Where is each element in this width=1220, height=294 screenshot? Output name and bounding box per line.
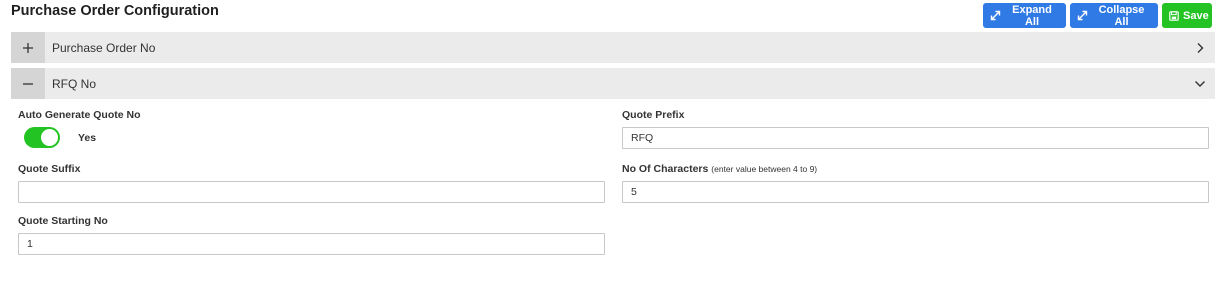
quote-starting-no-input[interactable] bbox=[18, 233, 605, 255]
auto-generate-label: Auto Generate Quote No bbox=[18, 109, 141, 121]
no-of-characters-text: No Of Characters bbox=[622, 163, 709, 175]
no-of-characters-hint: (enter value between 4 to 9) bbox=[711, 164, 818, 174]
chevron-right-icon[interactable] bbox=[1185, 42, 1215, 54]
accordion-label: Purchase Order No bbox=[52, 40, 156, 55]
quote-starting-no-label: Quote Starting No bbox=[18, 215, 108, 227]
chevron-down-icon[interactable] bbox=[1185, 80, 1215, 88]
no-of-characters-input[interactable] bbox=[622, 181, 1209, 203]
accordion-rfq-no[interactable]: RFQ No bbox=[11, 68, 1215, 99]
quote-suffix-label: Quote Suffix bbox=[18, 163, 81, 175]
quote-suffix-input[interactable] bbox=[18, 181, 605, 203]
minus-icon[interactable] bbox=[11, 68, 45, 99]
quote-prefix-label: Quote Prefix bbox=[622, 109, 685, 121]
collapse-icon bbox=[1077, 10, 1088, 21]
save-button[interactable]: Save bbox=[1162, 3, 1212, 28]
expand-all-label: Expand All bbox=[1012, 3, 1052, 28]
accordion-label: RFQ No bbox=[52, 76, 97, 91]
toggle-knob bbox=[41, 129, 58, 146]
save-label: Save bbox=[1183, 9, 1209, 22]
accordion-purchase-order-no[interactable]: Purchase Order No bbox=[11, 32, 1215, 63]
auto-generate-toggle[interactable] bbox=[24, 127, 60, 148]
collapse-all-button[interactable]: Collapse All bbox=[1070, 3, 1158, 28]
page-title: Purchase Order Configuration bbox=[11, 3, 219, 19]
expand-icon bbox=[990, 10, 1001, 21]
collapse-all-label: Collapse All bbox=[1098, 3, 1145, 28]
quote-prefix-input[interactable] bbox=[622, 127, 1209, 149]
expand-all-button[interactable]: Expand All bbox=[983, 3, 1066, 28]
toolbar: Expand All Collapse All Save bbox=[983, 3, 1212, 28]
auto-generate-value: Yes bbox=[78, 132, 97, 144]
no-of-characters-label: No Of Characters (enter value between 4 … bbox=[622, 163, 817, 175]
plus-icon[interactable] bbox=[11, 32, 45, 63]
save-icon bbox=[1169, 10, 1179, 21]
